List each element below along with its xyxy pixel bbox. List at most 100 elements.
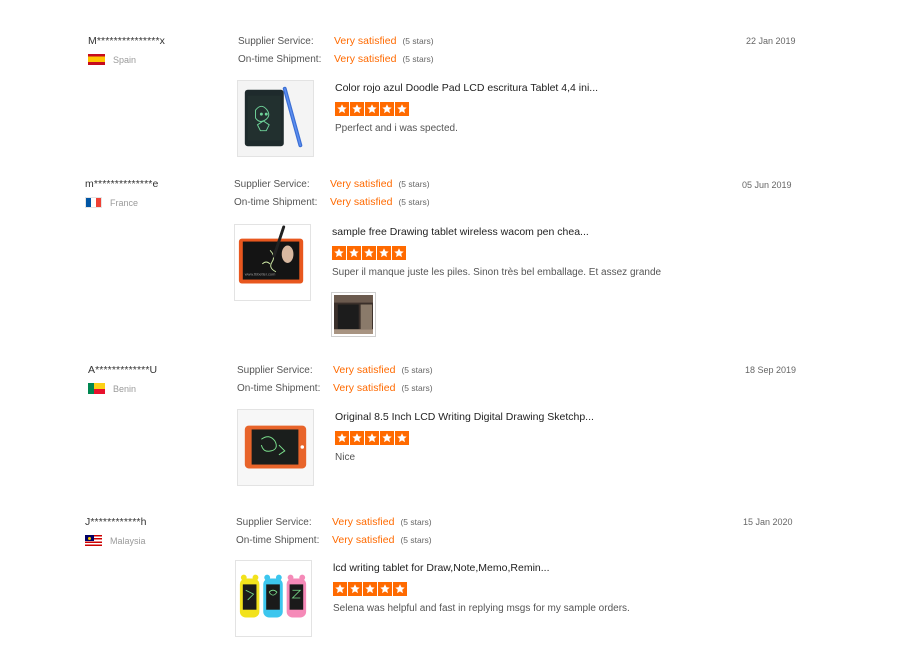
- supplier-service-value: Very satisfied: [334, 35, 397, 47]
- supplier-service-label: Supplier Service:: [234, 179, 310, 190]
- malaysia-flag-icon: [85, 535, 102, 546]
- reviewer-country: Benin: [88, 383, 157, 394]
- product-thumbnail[interactable]: www.tbbetter.com: [234, 224, 311, 301]
- star-icon: [335, 431, 349, 445]
- review-date: 15 Jan 2020: [743, 517, 793, 527]
- shipment-stars: (5 stars): [398, 197, 430, 207]
- product-title[interactable]: Original 8.5 Inch LCD Writing Digital Dr…: [335, 411, 594, 423]
- shipment-row: On-time Shipment: Very satisfied (5 star…: [238, 53, 434, 71]
- supplier-service-label: Supplier Service:: [236, 517, 312, 528]
- supplier-service-stars: (5 stars): [398, 179, 430, 189]
- reviewer-name: M***************x: [88, 35, 165, 47]
- shipment-label: On-time Shipment:: [234, 197, 318, 208]
- supplier-service-value: Very satisfied: [332, 516, 395, 528]
- shipment-stars: (5 stars): [401, 383, 433, 393]
- reviewer-name: J************h: [85, 516, 147, 528]
- star-icon: [332, 246, 346, 260]
- product-thumbnail[interactable]: [237, 409, 314, 486]
- review-photo-attachment[interactable]: [331, 292, 376, 337]
- product-thumbnail[interactable]: [237, 80, 314, 157]
- shipment-value: Very satisfied: [330, 196, 393, 208]
- reviewer-info: M***************x Spain: [88, 35, 165, 65]
- star-icon: [380, 431, 394, 445]
- supplier-service-label: Supplier Service:: [237, 365, 313, 376]
- supplier-service-value: Very satisfied: [333, 364, 396, 376]
- product-title[interactable]: lcd writing tablet for Draw,Note,Memo,Re…: [333, 562, 630, 574]
- reviewer-country: Spain: [88, 54, 165, 65]
- product-detail: Color rojo azul Doodle Pad LCD escritura…: [335, 80, 598, 157]
- country-name: Spain: [113, 54, 137, 65]
- product-detail: Original 8.5 Inch LCD Writing Digital Dr…: [335, 409, 594, 486]
- thumbnail-watermark: www.tbbetter.com: [245, 272, 276, 277]
- reviewer-info: m**************e France: [85, 178, 158, 208]
- product-title[interactable]: Color rojo azul Doodle Pad LCD escritura…: [335, 82, 598, 94]
- review-date: 18 Sep 2019: [745, 365, 797, 375]
- supplier-service-row: Supplier Service: Very satisfied (5 star…: [236, 516, 432, 534]
- supplier-service-stars: (5 stars): [401, 365, 433, 375]
- star-icon: [378, 582, 392, 596]
- product-title[interactable]: sample free Drawing tablet wireless waco…: [332, 226, 661, 238]
- tablet-image-icon: www.tbbetter.com: [235, 225, 310, 300]
- star-icon: [395, 431, 409, 445]
- star-icon: [347, 246, 361, 260]
- review-comment: Super il manque juste les piles. Sinon t…: [332, 267, 662, 278]
- product-block: Original 8.5 Inch LCD Writing Digital Dr…: [237, 409, 594, 486]
- review-date: 22 Jan 2019: [746, 36, 796, 46]
- product-block: Color rojo azul Doodle Pad LCD escritura…: [237, 80, 598, 157]
- star-icon: [380, 102, 394, 116]
- product-thumbnail[interactable]: [235, 560, 312, 637]
- star-icon: [350, 102, 364, 116]
- service-ratings: Supplier Service: Very satisfied (5 star…: [234, 178, 430, 214]
- tablet-image-icon: [238, 410, 313, 485]
- service-ratings: Supplier Service: Very satisfied (5 star…: [238, 35, 434, 71]
- supplier-service-stars: (5 stars): [400, 517, 432, 527]
- shipment-label: On-time Shipment:: [238, 54, 322, 65]
- reviewer-info: J************h Malaysia: [85, 516, 147, 546]
- shipment-label: On-time Shipment:: [237, 383, 321, 394]
- shipment-value: Very satisfied: [334, 53, 397, 65]
- france-flag-icon: [85, 197, 102, 208]
- product-block: www.tbbetter.com sample free Drawing tab…: [234, 224, 661, 301]
- shipment-row: On-time Shipment: Very satisfied (5 star…: [234, 196, 430, 214]
- tablet-image-icon: [236, 561, 311, 636]
- supplier-service-value: Very satisfied: [330, 178, 393, 190]
- star-icon: [392, 246, 406, 260]
- reviewer-country: France: [85, 197, 158, 208]
- star-icon: [335, 102, 349, 116]
- shipment-row: On-time Shipment: Very satisfied (5 star…: [237, 382, 433, 400]
- shipment-label: On-time Shipment:: [236, 535, 320, 546]
- supplier-service-row: Supplier Service: Very satisfied (5 star…: [234, 178, 430, 196]
- review-comment: Selena was helpful and fast in replying …: [333, 603, 630, 614]
- product-detail: sample free Drawing tablet wireless waco…: [332, 224, 661, 301]
- star-icon: [348, 582, 362, 596]
- review-comment: Nice: [335, 452, 356, 463]
- star-icon: [395, 102, 409, 116]
- review-comment: Pperfect and i was spected.: [335, 123, 458, 134]
- tablet-image-icon: [238, 81, 313, 156]
- product-block: lcd writing tablet for Draw,Note,Memo,Re…: [235, 560, 630, 637]
- star-icon: [393, 582, 407, 596]
- star-icon: [365, 102, 379, 116]
- reviewer-country: Malaysia: [85, 535, 147, 546]
- service-ratings: Supplier Service: Very satisfied (5 star…: [237, 364, 433, 400]
- shipment-row: On-time Shipment: Very satisfied (5 star…: [236, 534, 432, 552]
- photo-thumbnail-icon: [334, 295, 373, 334]
- supplier-service-row: Supplier Service: Very satisfied (5 star…: [238, 35, 434, 53]
- review-date: 05 Jun 2019: [742, 180, 792, 190]
- shipment-stars: (5 stars): [400, 535, 432, 545]
- star-icon: [362, 246, 376, 260]
- supplier-service-row: Supplier Service: Very satisfied (5 star…: [237, 364, 433, 382]
- rating-stars: [333, 582, 630, 596]
- rating-stars: [335, 102, 598, 116]
- shipment-value: Very satisfied: [332, 534, 395, 546]
- reviewer-info: A*************U Benin: [88, 364, 157, 394]
- rating-stars: [332, 246, 661, 260]
- supplier-service-label: Supplier Service:: [238, 36, 314, 47]
- country-name: Benin: [113, 383, 137, 394]
- star-icon: [377, 246, 391, 260]
- star-icon: [333, 582, 347, 596]
- country-name: Malaysia: [110, 535, 146, 546]
- star-icon: [365, 431, 379, 445]
- star-icon: [363, 582, 377, 596]
- star-icon: [350, 431, 364, 445]
